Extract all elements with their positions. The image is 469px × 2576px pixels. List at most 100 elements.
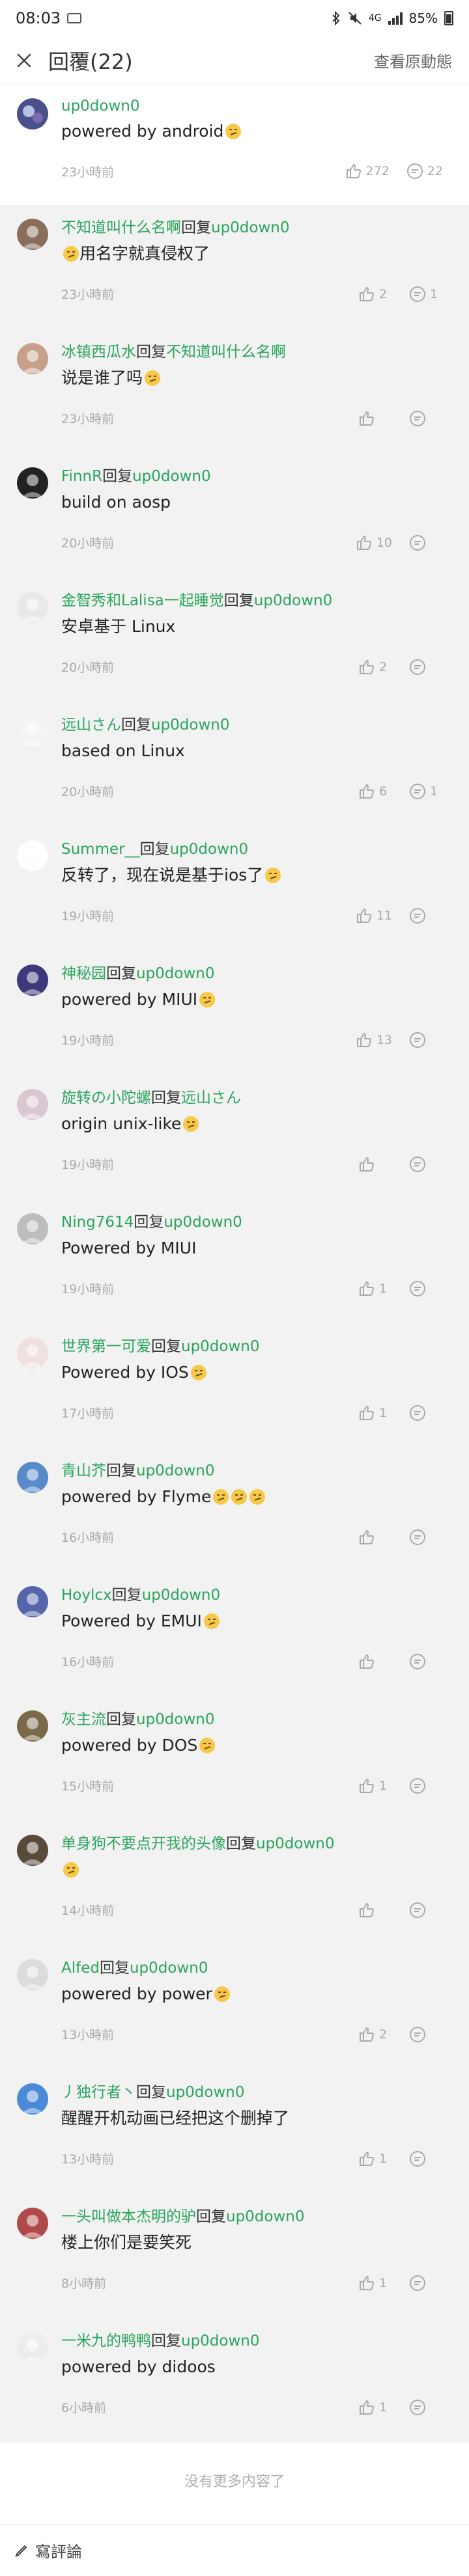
avatar[interactable] bbox=[17, 2208, 48, 2239]
reply-button[interactable] bbox=[409, 2026, 443, 2043]
reply-target[interactable]: 远山さん bbox=[181, 1089, 241, 1106]
list-item[interactable]: 冰镇西瓜水回复不知道叫什么名啊 说是谁了吗 23小時前 bbox=[0, 329, 469, 454]
like-button[interactable]: 10 bbox=[356, 534, 392, 551]
comment-author[interactable]: 一米九的鸭鸭 bbox=[61, 2333, 151, 2350]
comment-author[interactable]: 远山さん bbox=[61, 717, 121, 733]
list-item[interactable]: 世界第一可爱回复up0down0 Powered by IOS 17小時前 1 bbox=[0, 1324, 469, 1448]
close-icon[interactable] bbox=[0, 36, 48, 85]
list-item[interactable]: 神秘园回复up0down0 powered by MIUI 19小時前 13 bbox=[0, 951, 469, 1075]
reply-button[interactable] bbox=[409, 1777, 443, 1794]
reply-target[interactable]: up0down0 bbox=[166, 2084, 245, 2101]
reply-button[interactable] bbox=[409, 1653, 443, 1670]
reply-target[interactable]: up0down0 bbox=[254, 592, 333, 609]
list-item[interactable]: 丿独行者丶回复up0down0 醒醒开机动画已经把这个删掉了 13小時前 1 bbox=[0, 2070, 469, 2194]
like-button[interactable]: 11 bbox=[356, 907, 392, 924]
comment-author[interactable]: 单身狗不要点开我的头像 bbox=[61, 1835, 226, 1852]
list-item[interactable]: Alfed回复up0down0 powered by power 13小時前 2 bbox=[0, 1945, 469, 2070]
like-button[interactable]: 2 bbox=[358, 2026, 392, 2043]
avatar[interactable] bbox=[17, 592, 48, 623]
like-button[interactable]: 272 bbox=[345, 163, 390, 180]
reply-button[interactable] bbox=[409, 1032, 443, 1048]
reply-target[interactable]: up0down0 bbox=[136, 1462, 215, 1479]
like-button[interactable]: 2 bbox=[358, 659, 392, 676]
reply-target[interactable]: up0down0 bbox=[181, 1338, 260, 1355]
like-button[interactable] bbox=[358, 1156, 392, 1173]
comment-author[interactable]: Hoylcx bbox=[61, 1587, 112, 1604]
avatar[interactable] bbox=[17, 1959, 48, 1990]
avatar[interactable] bbox=[17, 1835, 48, 1866]
reply-target[interactable]: up0down0 bbox=[151, 717, 230, 733]
avatar[interactable] bbox=[17, 1213, 48, 1244]
view-original-link[interactable]: 查看原動態 bbox=[374, 49, 452, 72]
reply-button[interactable] bbox=[409, 907, 443, 924]
reply-button[interactable] bbox=[409, 1156, 443, 1173]
reply-button[interactable]: 22 bbox=[406, 163, 443, 180]
reply-button[interactable] bbox=[409, 659, 443, 676]
comment-author[interactable]: FinnR bbox=[61, 468, 102, 485]
comment-author[interactable]: 不知道叫什么名啊 bbox=[61, 219, 181, 236]
comment-author[interactable]: 世界第一可爱 bbox=[61, 1338, 151, 1355]
like-button[interactable]: 1 bbox=[358, 1280, 392, 1297]
list-item[interactable]: Ning7614回复up0down0 Powered by MIUI 19小時前 1 bbox=[0, 1199, 469, 1324]
avatar[interactable] bbox=[17, 1089, 48, 1120]
comment-author[interactable]: 冰镇西瓜水 bbox=[61, 344, 136, 361]
reply-button[interactable] bbox=[409, 1902, 443, 1919]
list-item[interactable]: 灰主流回复up0down0 powered by DOS 15小時前 1 bbox=[0, 1697, 469, 1821]
reply-target[interactable]: up0down0 bbox=[170, 841, 249, 858]
avatar[interactable] bbox=[17, 840, 48, 871]
avatar[interactable] bbox=[17, 2083, 48, 2115]
like-button[interactable]: 1 bbox=[358, 2399, 392, 2416]
list-item[interactable]: 旋转の小陀螺回复远山さん origin unix-like 19小時前 bbox=[0, 1075, 469, 1199]
reply-button[interactable]: 1 bbox=[409, 783, 443, 800]
like-button[interactable]: 2 bbox=[358, 286, 392, 303]
like-button[interactable] bbox=[358, 1653, 392, 1670]
reply-target[interactable]: 不知道叫什么名啊 bbox=[166, 344, 286, 361]
comment-author[interactable]: 一头叫做本杰明的驴 bbox=[61, 2208, 196, 2225]
like-button[interactable]: 1 bbox=[358, 2150, 392, 2167]
avatar[interactable] bbox=[17, 467, 48, 499]
like-button[interactable]: 1 bbox=[358, 1777, 392, 1794]
list-item[interactable]: Summer__回复up0down0 反转了，现在说是基于ios了 19小時前 11 bbox=[0, 827, 469, 951]
comment-author[interactable]: Alfed bbox=[61, 1960, 100, 1977]
reply-target[interactable]: up0down0 bbox=[163, 1214, 242, 1231]
post-author[interactable]: up0down0 bbox=[61, 98, 140, 115]
avatar[interactable] bbox=[17, 965, 48, 996]
reply-button[interactable] bbox=[409, 2150, 443, 2167]
list-item[interactable]: 一头叫做本杰明的驴回复up0down0 楼上你们是要笑死 8小時前 1 bbox=[0, 2194, 469, 2318]
comment-author[interactable]: Summer__ bbox=[61, 841, 140, 858]
comment-author[interactable]: 灰主流 bbox=[61, 1711, 106, 1728]
avatar[interactable] bbox=[17, 343, 48, 374]
list-item[interactable]: 青山芥回复up0down0 powered by Flyme 16小時前 bbox=[0, 1448, 469, 1572]
reply-button[interactable] bbox=[409, 2275, 443, 2292]
reply-button[interactable]: 1 bbox=[409, 286, 443, 303]
reply-button[interactable] bbox=[409, 1280, 443, 1297]
avatar[interactable] bbox=[17, 219, 48, 250]
list-item[interactable]: 单身狗不要点开我的头像回复up0down0 14小時前 bbox=[0, 1821, 469, 1945]
reply-target[interactable]: up0down0 bbox=[132, 468, 211, 485]
list-item[interactable]: FinnR回复up0down0 build on aosp 20小時前 10 bbox=[0, 454, 469, 578]
reply-target[interactable]: up0down0 bbox=[181, 2333, 260, 2350]
comment-author[interactable]: 丿独行者丶 bbox=[61, 2084, 136, 2101]
reply-target[interactable]: up0down0 bbox=[130, 1960, 208, 1977]
like-button[interactable]: 1 bbox=[358, 1404, 392, 1421]
like-button[interactable]: 13 bbox=[356, 1032, 392, 1048]
reply-button[interactable] bbox=[409, 2399, 443, 2416]
comment-author[interactable]: 金智秀和Lalisa一起睡觉 bbox=[61, 592, 224, 609]
like-button[interactable]: 6 bbox=[358, 783, 392, 800]
avatar[interactable] bbox=[17, 1462, 48, 1493]
avatar[interactable] bbox=[17, 1337, 48, 1369]
reply-target[interactable]: up0down0 bbox=[211, 219, 290, 236]
avatar[interactable] bbox=[17, 716, 48, 747]
list-item[interactable]: Hoylcx回复up0down0 Powered by EMUI 16小時前 bbox=[0, 1572, 469, 1697]
like-button[interactable] bbox=[358, 1529, 392, 1546]
reply-target[interactable]: up0down0 bbox=[256, 1835, 335, 1852]
like-button[interactable] bbox=[358, 1902, 392, 1919]
write-comment-bar[interactable]: 寫評論 bbox=[0, 2524, 469, 2576]
comment-author[interactable]: 神秘园 bbox=[61, 965, 106, 982]
comment-author[interactable]: Ning7614 bbox=[61, 1214, 134, 1231]
reply-button[interactable] bbox=[409, 534, 443, 551]
avatar[interactable] bbox=[17, 2332, 48, 2363]
like-button[interactable]: 1 bbox=[358, 2275, 392, 2292]
list-item[interactable]: 不知道叫什么名啊回复up0down0 用名字就真侵权了 23小時前 2 1 bbox=[0, 205, 469, 329]
reply-button[interactable] bbox=[409, 1529, 443, 1546]
